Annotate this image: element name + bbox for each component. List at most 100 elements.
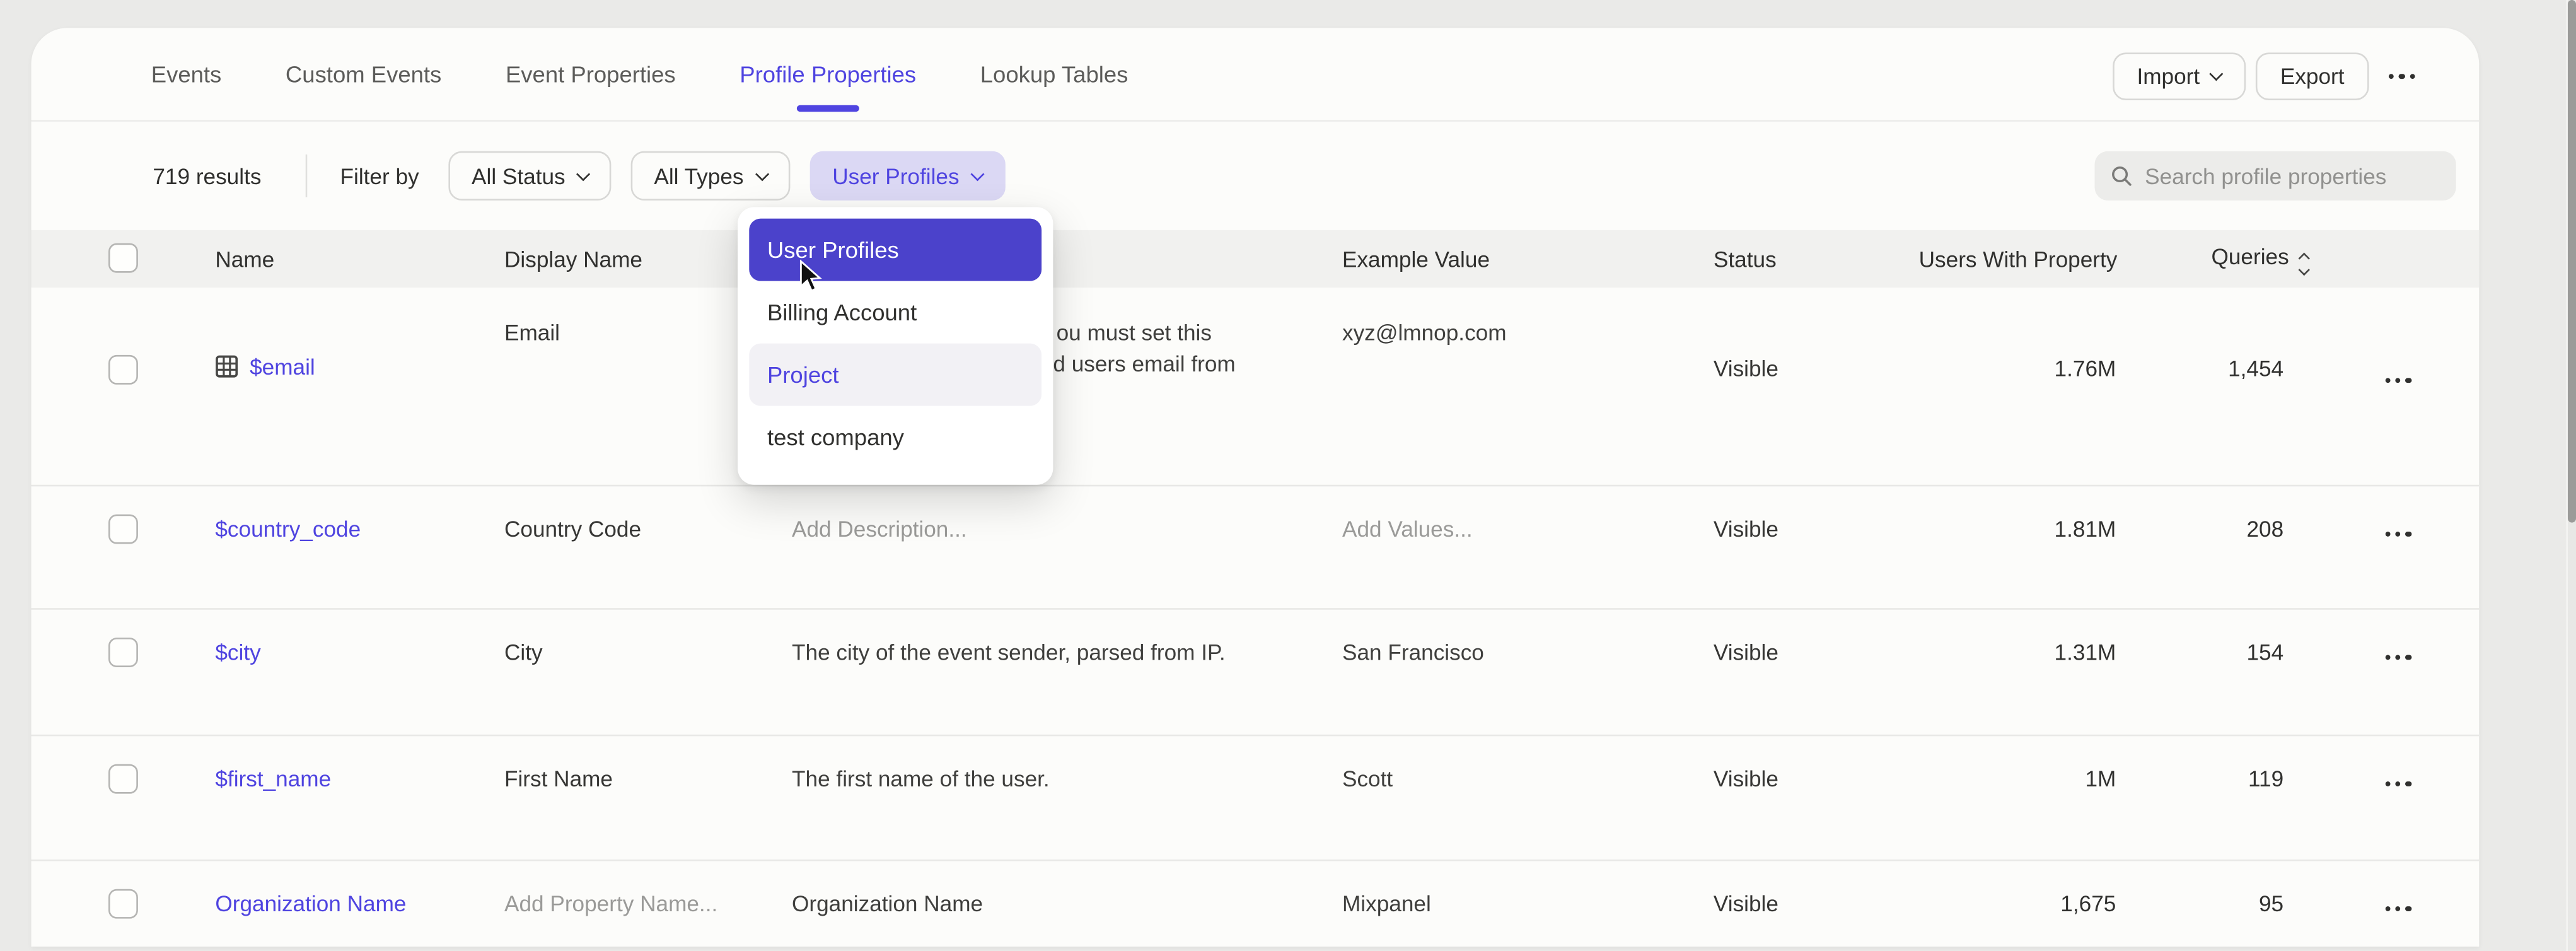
header-queries-label: Queries <box>2212 243 2289 268</box>
menu-item-user-profiles[interactable]: User Profiles <box>749 219 1041 281</box>
description-cell[interactable]: The first name of the user. <box>792 767 1050 791</box>
import-button-label: Import <box>2137 64 2200 89</box>
row-checkbox[interactable] <box>108 889 138 919</box>
header-example-value[interactable]: Example Value <box>1342 247 1490 271</box>
type-filter-label: All Types <box>654 163 743 188</box>
type-filter-dropdown[interactable]: All Types <box>631 151 790 201</box>
tab-event-properties[interactable]: Event Properties <box>506 28 676 120</box>
description-line: d users email from <box>1053 352 1235 376</box>
queries-cell: 119 <box>2248 767 2283 791</box>
status-filter-dropdown[interactable]: All Status <box>449 151 612 201</box>
table-row[interactable]: Organization Name Add Property Name... O… <box>32 860 2480 947</box>
description-cell[interactable]: Organization Name <box>792 892 983 916</box>
chevron-down-icon <box>2209 67 2223 81</box>
queries-cell: 95 <box>2259 892 2283 916</box>
status-filter-label: All Status <box>472 163 566 188</box>
property-name-link[interactable]: Organization Name <box>215 892 406 916</box>
chevron-down-icon <box>576 166 590 180</box>
scrollbar-thumb[interactable] <box>2567 0 2575 523</box>
row-actions-button[interactable] <box>2386 767 2411 791</box>
row-checkbox[interactable] <box>108 764 138 794</box>
example-value-cell[interactable]: Mixpanel <box>1342 892 1431 916</box>
filter-by-label: Filter by <box>340 163 419 188</box>
scrollbar-track[interactable] <box>2565 0 2576 951</box>
property-name-link[interactable]: $city <box>215 640 260 665</box>
table-row[interactable]: $first_name First Name The first name of… <box>32 735 2480 860</box>
status-cell[interactable]: Visible <box>1714 356 1778 381</box>
chevron-down-icon <box>755 166 769 180</box>
header-display-name[interactable]: Display Name <box>504 247 642 271</box>
export-button[interactable]: Export <box>2256 52 2369 100</box>
ellipsis-icon <box>2386 378 2411 383</box>
profile-filter-label: User Profiles <box>832 163 959 188</box>
display-name-cell[interactable]: Country Code <box>504 517 641 542</box>
property-name-link[interactable]: $email <box>250 355 315 380</box>
users-with-property-cell: 1.31M <box>2055 640 2116 665</box>
users-with-property-cell: 1M <box>2085 767 2116 791</box>
more-actions-button[interactable] <box>2379 52 2425 100</box>
results-count: 719 results <box>153 163 261 188</box>
menu-item-billing-account[interactable]: Billing Account <box>749 281 1041 344</box>
menu-item-project[interactable]: Project <box>749 344 1041 406</box>
header-queries[interactable]: Queries <box>2212 243 2309 274</box>
property-name-link[interactable]: $country_code <box>215 517 361 542</box>
toolbar: Import Export <box>2112 52 2425 100</box>
header-users-with-property[interactable]: Users With Property <box>1919 247 2118 271</box>
row-actions-button[interactable] <box>2386 640 2411 665</box>
queries-cell: 1,454 <box>2228 356 2283 381</box>
search-box[interactable] <box>2094 151 2456 201</box>
row-checkbox[interactable] <box>108 638 138 667</box>
row-checkbox[interactable] <box>108 515 138 544</box>
tab-profile-properties[interactable]: Profile Properties <box>740 28 916 120</box>
table-row[interactable]: $city City The city of the event sender,… <box>32 608 2480 735</box>
ellipsis-icon <box>2386 655 2411 660</box>
import-button[interactable]: Import <box>2112 52 2246 100</box>
row-actions-button[interactable] <box>2386 363 2411 388</box>
tab-custom-events[interactable]: Custom Events <box>286 28 441 120</box>
display-name-cell[interactable]: City <box>504 640 543 665</box>
tab-profile-properties-label: Profile Properties <box>740 61 916 87</box>
status-cell[interactable]: Visible <box>1714 767 1778 791</box>
queries-cell: 154 <box>2246 640 2283 665</box>
example-value-cell[interactable]: San Francisco <box>1342 640 1484 665</box>
mouse-cursor <box>798 260 823 295</box>
menu-item-test-company[interactable]: test company <box>749 406 1041 469</box>
queries-cell: 208 <box>2246 517 2283 542</box>
ellipsis-icon <box>2389 74 2415 79</box>
status-cell[interactable]: Visible <box>1714 640 1778 665</box>
example-value-cell[interactable]: Add Values... <box>1342 517 1473 542</box>
profile-filter-dropdown[interactable]: User Profiles <box>809 151 1006 201</box>
status-cell[interactable]: Visible <box>1714 892 1778 916</box>
table-row[interactable]: $country_code Country Code Add Descripti… <box>32 485 2480 608</box>
select-all-checkbox[interactable] <box>108 243 138 273</box>
tab-events[interactable]: Events <box>151 28 222 120</box>
table-row[interactable]: $email Email ou must set this d users em… <box>32 288 2480 485</box>
status-cell[interactable]: Visible <box>1714 517 1778 542</box>
display-name-cell[interactable]: First Name <box>504 767 613 791</box>
row-checkbox[interactable] <box>108 355 138 385</box>
search-input[interactable] <box>2145 163 2440 188</box>
header-status[interactable]: Status <box>1714 247 1777 271</box>
header-name[interactable]: Name <box>215 247 274 271</box>
sort-icon[interactable] <box>2300 254 2309 274</box>
description-cell[interactable]: Add Description... <box>792 517 967 542</box>
row-actions-button[interactable] <box>2386 517 2411 542</box>
example-value-cell[interactable]: Scott <box>1342 767 1393 791</box>
properties-card: Events Custom Events Event Properties Pr… <box>32 28 2480 947</box>
page: Events Custom Events Event Properties Pr… <box>0 0 2576 951</box>
display-name-cell[interactable]: Add Property Name... <box>504 892 717 916</box>
search-icon <box>2111 165 2132 187</box>
users-with-property-cell: 1,675 <box>2060 892 2116 916</box>
property-name-link[interactable]: $first_name <box>215 767 331 791</box>
table-header: Name Display Name Example Value Status U… <box>32 230 2480 288</box>
active-tab-underline <box>797 104 859 110</box>
filter-bar: 719 results Filter by All Status All Typ… <box>32 146 2480 206</box>
tab-lookup-tables[interactable]: Lookup Tables <box>980 28 1128 120</box>
ellipsis-icon <box>2386 906 2411 911</box>
row-actions-button[interactable] <box>2386 892 2411 916</box>
table-grid-icon <box>215 355 238 378</box>
description-cell[interactable]: The city of the event sender, parsed fro… <box>792 640 1226 665</box>
description-line: ou must set this <box>1057 320 1212 345</box>
display-name-cell[interactable]: Email <box>504 320 560 345</box>
example-value-cell[interactable]: xyz@lmnop.com <box>1342 320 1507 345</box>
